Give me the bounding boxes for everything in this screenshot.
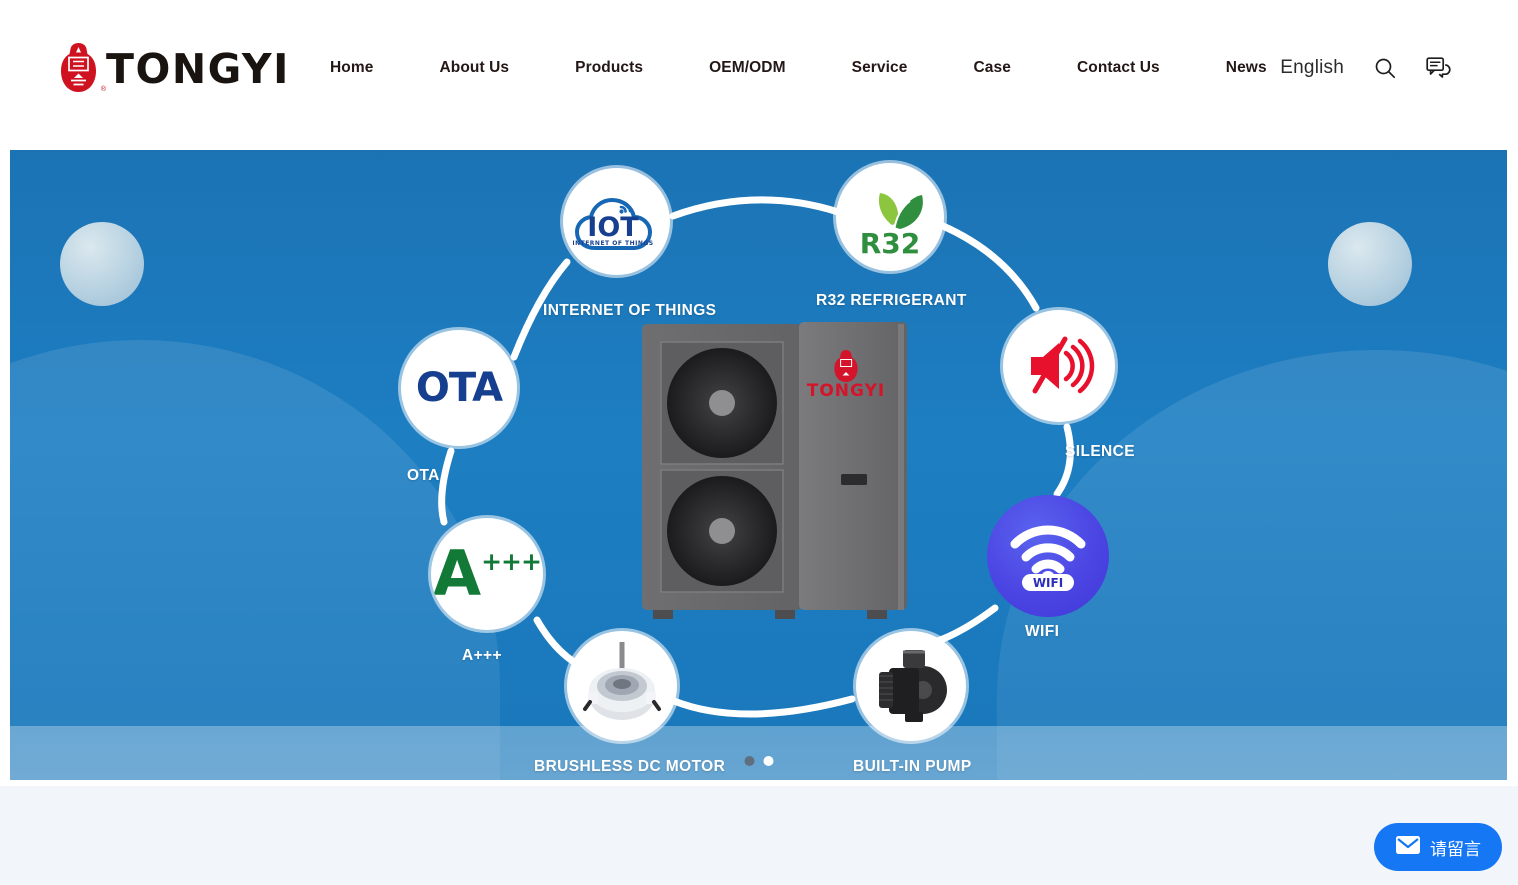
ota-icon: OTA bbox=[401, 330, 517, 446]
language-switcher[interactable]: English bbox=[1280, 57, 1344, 79]
heat-pump-product-image: TONGYI bbox=[639, 318, 916, 623]
svg-text:INTERNET OF THINGS: INTERNET OF THINGS bbox=[573, 240, 654, 247]
feature-silence[interactable]: SILENCE bbox=[1003, 310, 1135, 460]
feature-ota[interactable]: OTA OTA bbox=[401, 330, 517, 484]
energy-class-letter: A bbox=[433, 536, 482, 610]
search-icon[interactable] bbox=[1373, 56, 1397, 80]
logo-wordmark: TONGYI bbox=[106, 44, 290, 93]
message-icon[interactable] bbox=[1426, 56, 1452, 80]
r32-leaf-icon: R32 bbox=[836, 163, 944, 271]
feature-iot-caption: INTERNET OF THINGS bbox=[543, 302, 717, 319]
carousel-dots bbox=[744, 756, 773, 766]
main-navigation: Home About Us Products OEM/ODM Service C… bbox=[330, 0, 1300, 136]
nav-item-case[interactable]: Case bbox=[940, 59, 1043, 77]
energy-class-plus: +++ bbox=[481, 546, 542, 576]
iot-icon: IOT INTERNET OF THINGS bbox=[563, 168, 670, 275]
feature-r32-caption: R32 REFRIGERANT bbox=[816, 292, 967, 309]
feature-wifi[interactable]: WIFI WIFI bbox=[987, 495, 1109, 640]
feature-motor-caption: BRUSHLESS DC MOTOR bbox=[534, 758, 726, 775]
svg-text:WIFI: WIFI bbox=[1033, 576, 1063, 590]
mute-speaker-icon bbox=[1003, 310, 1115, 422]
feature-ota-caption: OTA bbox=[407, 467, 440, 484]
carousel-dot-1[interactable] bbox=[744, 756, 754, 766]
svg-text:TONGYI: TONGYI bbox=[807, 381, 886, 401]
nav-item-service[interactable]: Service bbox=[819, 59, 941, 77]
feature-wifi-caption: WIFI bbox=[1025, 623, 1060, 640]
svg-text:R32: R32 bbox=[860, 227, 921, 260]
header-utilities: English bbox=[1280, 0, 1452, 136]
svg-text:IOT: IOT bbox=[587, 212, 639, 243]
feature-aplus-caption: A+++ bbox=[462, 647, 502, 664]
nav-item-home[interactable]: Home bbox=[330, 59, 406, 77]
feature-a-plus-plus-plus[interactable]: A +++ A+++ bbox=[431, 518, 543, 664]
circulation-pump-icon bbox=[856, 631, 966, 741]
nav-item-products[interactable]: Products bbox=[542, 59, 676, 77]
leave-message-button[interactable]: 请留言 bbox=[1374, 823, 1502, 871]
nav-item-about-us[interactable]: About Us bbox=[406, 59, 542, 77]
dc-motor-icon bbox=[567, 631, 677, 741]
logo[interactable]: ® TONGYI bbox=[60, 42, 290, 94]
ota-label: OTA bbox=[415, 365, 503, 411]
feature-iot[interactable]: IOT INTERNET OF THINGS INTERNET OF THING… bbox=[543, 168, 716, 319]
feature-pump-caption: BUILT-IN PUMP bbox=[853, 758, 972, 775]
leave-message-label: 请留言 bbox=[1430, 839, 1481, 860]
feature-r32[interactable]: R32 R32 REFRIGERANT bbox=[816, 163, 966, 309]
feature-built-in-pump[interactable]: BUILT-IN PUMP bbox=[853, 631, 971, 775]
feature-brushless-dc-motor[interactable]: BRUSHLESS DC MOTOR bbox=[534, 631, 725, 775]
tongyi-seal-icon: ® bbox=[60, 42, 106, 94]
site-header: ® TONGYI Home About Us Products OEM/ODM … bbox=[0, 0, 1518, 136]
wifi-icon: WIFI bbox=[987, 495, 1109, 617]
page-content-area: 请留言 bbox=[0, 786, 1518, 885]
carousel-dot-2[interactable] bbox=[763, 756, 773, 766]
feature-silence-caption: SILENCE bbox=[1065, 443, 1135, 460]
nav-item-oem-odm[interactable]: OEM/ODM bbox=[676, 59, 818, 77]
hero-banner[interactable]: TONGYI IOT INTERNET OF THINGS INTERNET O… bbox=[10, 150, 1507, 780]
envelope-icon bbox=[1395, 835, 1421, 860]
energy-class-icon: A +++ bbox=[431, 518, 543, 630]
nav-item-contact-us[interactable]: Contact Us bbox=[1044, 59, 1193, 77]
